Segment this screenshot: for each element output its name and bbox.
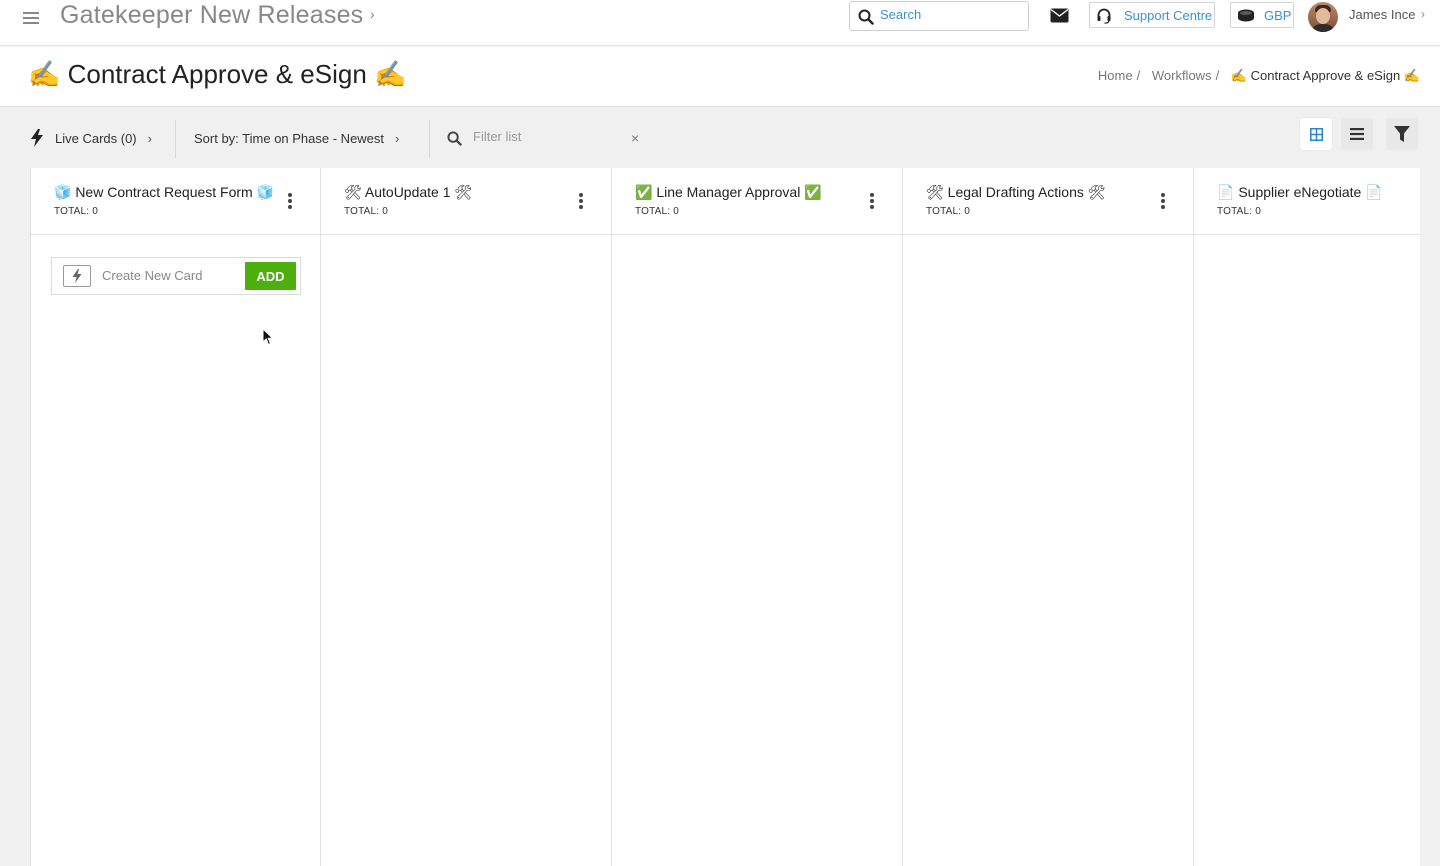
breadcrumb: Home / Workflows / ✍️ Contract Approve & e… (1097, 68, 1420, 83)
column-supplier-enegotiate: 📄 Supplier eNegotiate 📄 TOTAL: 0 (1194, 168, 1421, 866)
column-header: ✅ Line Manager Approval ✅ TOTAL: 0 (612, 168, 902, 235)
column-title: 🧊 New Contract Request Form 🧊 (54, 184, 275, 200)
column-title: 🛠 Legal Drafting Actions 🛠 (926, 184, 1106, 200)
app-title[interactable]: Gatekeeper New Releases (60, 1, 363, 30)
column-header: 📄 Supplier eNegotiate 📄 TOTAL: 0 (1194, 168, 1421, 235)
search-icon (447, 131, 462, 146)
column-total: TOTAL: 0 (344, 206, 389, 217)
column-legal-drafting-actions: 🛠 Legal Drafting Actions 🛠 TOTAL: 0 (903, 168, 1194, 866)
column-total: TOTAL: 0 (1217, 206, 1262, 217)
clear-filter-icon[interactable]: × (631, 130, 639, 146)
user-name[interactable]: James Ince (1349, 7, 1415, 22)
divider (429, 120, 430, 158)
top-navigation-bar: Gatekeeper New Releases › Support Centre… (0, 0, 1440, 46)
sort-dropdown[interactable]: Sort by: Time on Phase - Newest › (194, 118, 399, 158)
kanban-board: 🧊 New Contract Request Form 🧊 TOTAL: 0 A… (30, 168, 1421, 866)
headset-icon (1097, 8, 1111, 24)
currency-label: GBP (1264, 8, 1292, 23)
grid-view-button[interactable] (1300, 118, 1332, 150)
lightning-icon (31, 129, 43, 147)
column-new-contract-request: 🧊 New Contract Request Form 🧊 TOTAL: 0 A… (31, 168, 321, 866)
funnel-icon (1394, 126, 1410, 142)
global-search[interactable] (849, 1, 1029, 31)
chevron-right-icon: › (395, 130, 400, 146)
search-icon (858, 9, 874, 25)
live-cards-toggle[interactable]: Live Cards (0) › (30, 118, 152, 158)
grid-view-icon (1309, 127, 1323, 141)
breadcrumb-current: ✍️ Contract Approve & eSign ✍️ (1230, 68, 1420, 83)
envelope-icon[interactable] (1050, 8, 1069, 23)
column-total: TOTAL: 0 (54, 206, 99, 217)
filter-input[interactable] (473, 129, 623, 144)
breadcrumb-workflows[interactable]: Workflows (1152, 68, 1212, 83)
more-vertical-icon[interactable] (286, 193, 294, 211)
column-header: 🛠 AutoUpdate 1 🛠 TOTAL: 0 (321, 168, 611, 235)
search-input[interactable] (880, 7, 1020, 22)
column-total: TOTAL: 0 (635, 206, 680, 217)
column-header: 🛠 Legal Drafting Actions 🛠 TOTAL: 0 (903, 168, 1193, 235)
create-card-input[interactable] (102, 268, 237, 283)
more-vertical-icon[interactable] (1159, 193, 1167, 211)
column-autoupdate: 🛠 AutoUpdate 1 🛠 TOTAL: 0 (321, 168, 612, 866)
filter-button[interactable] (1386, 118, 1418, 150)
mouse-cursor-icon (262, 328, 274, 346)
filter-box (445, 118, 645, 158)
live-cards-label: Live Cards (0) (55, 130, 137, 146)
user-avatar[interactable] (1308, 2, 1338, 32)
board-toolbar: Live Cards (0) › Sort by: Time on Phase … (30, 118, 1420, 158)
list-view-icon (1350, 128, 1364, 140)
column-title: ✅ Line Manager Approval ✅ (635, 184, 822, 200)
list-view-button[interactable] (1341, 118, 1373, 150)
lightning-icon (63, 265, 91, 287)
more-vertical-icon[interactable] (577, 193, 585, 211)
hamburger-menu-icon[interactable] (23, 10, 41, 24)
support-centre-label: Support Centre (1124, 8, 1213, 23)
divider (175, 120, 176, 158)
currency-button[interactable]: GBP (1230, 2, 1294, 28)
breadcrumb-home[interactable]: Home (1098, 68, 1133, 83)
chevron-right-icon[interactable]: › (1421, 7, 1425, 21)
column-title: 📄 Supplier eNegotiate 📄 (1217, 184, 1383, 200)
chevron-right-icon[interactable]: › (370, 6, 375, 22)
support-centre-button[interactable]: Support Centre (1089, 2, 1215, 28)
column-header: 🧊 New Contract Request Form 🧊 TOTAL: 0 (31, 168, 320, 235)
page-header: ✍️ Contract Approve & eSign ✍️ Home / Wor… (0, 47, 1440, 107)
sort-label: Sort by: Time on Phase - Newest (194, 130, 385, 146)
column-line-manager-approval: ✅ Line Manager Approval ✅ TOTAL: 0 (612, 168, 903, 866)
column-title: 🛠 AutoUpdate 1 🛠 (344, 184, 473, 200)
coins-icon (1238, 9, 1254, 22)
create-card-form: ADD (51, 257, 301, 295)
chevron-right-icon: › (147, 130, 152, 146)
column-total: TOTAL: 0 (926, 206, 971, 217)
add-card-button[interactable]: ADD (245, 262, 296, 290)
page-title: ✍️ Contract Approve & eSign ✍️ (28, 59, 407, 89)
more-vertical-icon[interactable] (868, 193, 876, 211)
